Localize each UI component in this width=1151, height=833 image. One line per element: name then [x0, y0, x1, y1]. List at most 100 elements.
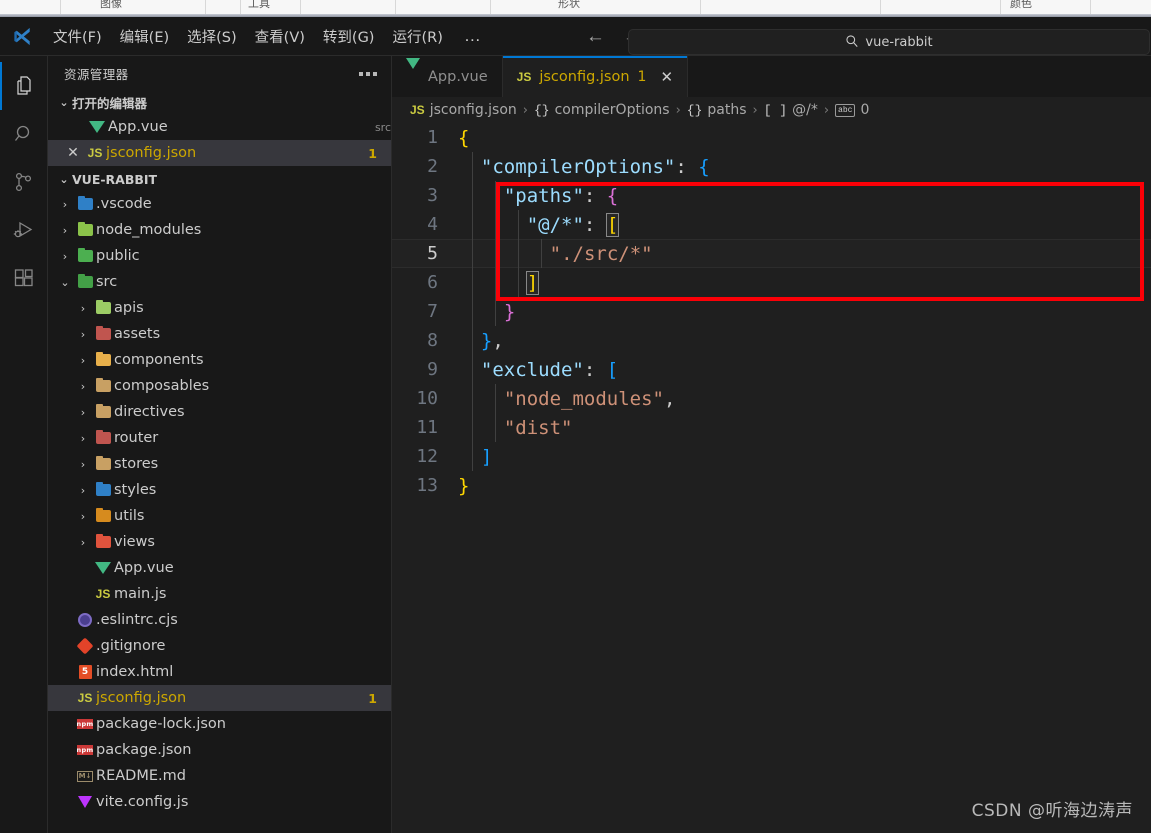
- breadcrumb-item-file[interactable]: JS jsconfig.json: [410, 102, 517, 118]
- open-editor-label: jsconfig.json: [106, 145, 197, 161]
- sidebar-header: 资源管理器: [48, 56, 391, 91]
- tree-item-label: composables: [114, 378, 210, 394]
- tree-folder-composables[interactable]: › composables: [48, 373, 391, 399]
- code-line[interactable]: 3 "paths": {: [392, 181, 1151, 210]
- breadcrumb: JS jsconfig.json › {} compilerOptions › …: [392, 97, 1151, 123]
- line-number: 12: [416, 446, 438, 467]
- tab-jsconfig-json[interactable]: JS jsconfig.json 1 ✕: [502, 56, 689, 97]
- tree-file-package-json[interactable]: npm package.json: [48, 737, 391, 763]
- js-icon: JS: [77, 691, 93, 705]
- code-line[interactable]: 12 ]: [392, 442, 1151, 471]
- breadcrumb-item-paths[interactable]: {} paths: [687, 102, 747, 118]
- section-workspace-label: VUE-RABBIT: [72, 172, 158, 187]
- tree-folder-apis[interactable]: › apis: [48, 295, 391, 321]
- code-text: {: [458, 126, 470, 149]
- open-editor-jsconfig-json[interactable]: ✕ JS jsconfig.json 1: [48, 140, 391, 166]
- tree-file-main-js[interactable]: JS main.js: [48, 581, 391, 607]
- tree-folder-public[interactable]: › public: [48, 243, 391, 269]
- tree-folder-views[interactable]: › views: [48, 529, 391, 555]
- tree-file-jsconfig-json[interactable]: JS jsconfig.json 1: [48, 685, 391, 711]
- breadcrumb-label: compilerOptions: [554, 102, 670, 118]
- toolbar-divider: [300, 0, 301, 14]
- code-line[interactable]: 4 "@/*": [: [392, 210, 1151, 239]
- menu-file[interactable]: 文件(F): [44, 22, 111, 51]
- line-number: 5: [427, 243, 438, 264]
- code-line[interactable]: 13}: [392, 471, 1151, 500]
- line-number: 11: [416, 417, 438, 438]
- code-line[interactable]: 2 "compilerOptions": {: [392, 152, 1151, 181]
- line-number: 13: [416, 475, 438, 496]
- code-line[interactable]: 5 "./src/*": [392, 239, 1151, 268]
- menu-view[interactable]: 查看(V): [246, 22, 314, 51]
- code-line[interactable]: 9 "exclude": [: [392, 355, 1151, 384]
- breadcrumb-item-index[interactable]: abc 0: [835, 102, 869, 118]
- section-open-editors[interactable]: ⌄ 打开的编辑器: [48, 91, 391, 114]
- problem-count-badge: 1: [368, 690, 377, 706]
- html-icon: 5: [74, 665, 96, 679]
- go-back-icon[interactable]: ←: [586, 27, 605, 46]
- open-editor-app-vue[interactable]: App.vue src: [48, 114, 391, 140]
- tree-folder-stores[interactable]: › stores: [48, 451, 391, 477]
- tree-folder-src[interactable]: ⌄ src: [48, 269, 391, 295]
- section-workspace[interactable]: ⌄ VUE-RABBIT: [48, 168, 391, 191]
- views-folder-icon: [92, 533, 114, 548]
- tree-file-index-html[interactable]: 5 index.html: [48, 659, 391, 685]
- tree-folder-styles[interactable]: › styles: [48, 477, 391, 503]
- tree-folder-utils[interactable]: › utils: [48, 503, 391, 529]
- code-line[interactable]: 6 ]: [392, 268, 1151, 297]
- tree-folder-directives[interactable]: › directives: [48, 399, 391, 425]
- activitybar-item-search[interactable]: [0, 110, 48, 158]
- views-and-more-actions-icon[interactable]: [359, 71, 377, 76]
- chevron-right-icon: ›: [62, 249, 68, 263]
- tab-label: jsconfig.json: [539, 68, 630, 85]
- toolbar-group-label: 图像: [100, 0, 122, 10]
- activitybar-item-explorer[interactable]: [0, 62, 48, 110]
- tab-app-vue[interactable]: App.vue: [392, 56, 503, 97]
- code-line[interactable]: 1{: [392, 123, 1151, 152]
- close-icon[interactable]: ✕: [660, 68, 673, 86]
- tree-file-package-lock-json[interactable]: npm package-lock.json: [48, 711, 391, 737]
- toolbar-group-label: 形状: [558, 0, 580, 10]
- chevron-right-icon: ›: [80, 301, 86, 315]
- folder-icon: [92, 403, 114, 418]
- tree-file-app-vue[interactable]: App.vue: [48, 555, 391, 581]
- activitybar-item-source-control[interactable]: [0, 158, 48, 206]
- tree-item-label: assets: [114, 326, 161, 342]
- activitybar-item-extensions[interactable]: [0, 254, 48, 302]
- close-icon[interactable]: ✕: [62, 145, 84, 161]
- components-folder-icon: [92, 351, 114, 366]
- code-line[interactable]: 8 },: [392, 326, 1151, 355]
- tree-folder-node-modules[interactable]: › node_modules: [48, 217, 391, 243]
- string-symbol-icon: abc: [835, 103, 856, 117]
- tree-file-gitignore[interactable]: .gitignore: [48, 633, 391, 659]
- tree-folder-router[interactable]: › router: [48, 425, 391, 451]
- npm-icon: npm: [76, 719, 94, 729]
- menu-more-button[interactable]: …: [452, 26, 494, 46]
- menu-run[interactable]: 运行(R): [383, 22, 451, 51]
- code-line[interactable]: 7 }: [392, 297, 1151, 326]
- node-folder-icon: [74, 221, 96, 236]
- tree-item-label: public: [96, 248, 140, 264]
- code-line[interactable]: 11 "dist": [392, 413, 1151, 442]
- menu-select[interactable]: 选择(S): [178, 22, 246, 51]
- tree-file-readme-md[interactable]: M↓ README.md: [48, 763, 391, 789]
- menu-goto[interactable]: 转到(G): [314, 22, 384, 51]
- tree-folder-assets[interactable]: › assets: [48, 321, 391, 347]
- tree-item-label: src: [96, 274, 118, 290]
- activitybar-item-run-and-debug[interactable]: [0, 206, 48, 254]
- code-editor[interactable]: 1{2 "compilerOptions": {3 "paths": {4 "@…: [392, 123, 1151, 833]
- command-center-search[interactable]: vue-rabbit: [628, 29, 1150, 55]
- chevron-right-icon: ›: [62, 197, 68, 211]
- tree-folder-vscode[interactable]: › .vscode: [48, 191, 391, 217]
- breadcrumb-item-compileroptions[interactable]: {} compilerOptions: [534, 102, 670, 118]
- chevron-right-icon: ›: [80, 327, 86, 341]
- breadcrumb-item-alias[interactable]: [ ] @/*: [764, 102, 818, 118]
- tree-folder-components[interactable]: › components: [48, 347, 391, 373]
- code-line[interactable]: 10 "node_modules",: [392, 384, 1151, 413]
- tree-file-vite-config-js[interactable]: vite.config.js: [48, 789, 391, 815]
- code-text: "@/*": [: [526, 212, 620, 237]
- tree-file-eslintrc-cjs[interactable]: .eslintrc.cjs: [48, 607, 391, 633]
- toolbar-divider: [700, 0, 701, 14]
- section-open-editors-label: 打开的编辑器: [72, 96, 148, 111]
- menu-edit[interactable]: 编辑(E): [111, 22, 178, 51]
